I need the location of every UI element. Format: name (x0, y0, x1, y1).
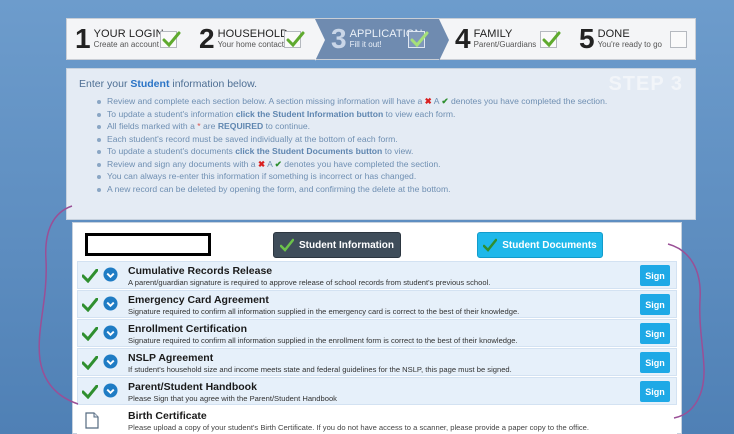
expand-info-icon[interactable] (103, 383, 118, 398)
step-number: 3 (331, 23, 347, 54)
step-complete-checkbox (408, 31, 429, 48)
document-row-cumulative-records: Cumulative Records Release A parent/guar… (77, 261, 677, 289)
step-subtitle: Create an account (93, 39, 159, 49)
student-documents-button[interactable]: Student Documents (477, 232, 603, 258)
expand-info-icon[interactable] (103, 267, 118, 282)
document-description: If student's household size and income m… (128, 365, 512, 374)
step-title: DONE (597, 28, 630, 41)
document-description: Please Sign that you agree with the Pare… (128, 394, 337, 403)
step-complete-checkbox (160, 31, 181, 48)
step-number: 4 (455, 23, 471, 54)
document-title: NSLP Agreement (128, 352, 214, 364)
step-wizard: 1 YOUR LOGIN Create an account 2 HOUSEHO… (66, 18, 696, 61)
document-row-parent-student-handbook: Parent/Student Handbook Please Sign that… (77, 377, 677, 405)
check-icon (82, 298, 98, 312)
step-incomplete-checkbox (670, 31, 687, 48)
check-icon (410, 31, 429, 48)
active-step-arrow (439, 19, 449, 61)
check-icon (483, 238, 498, 252)
document-title: Enrollment Certification (128, 323, 248, 335)
document-row-emergency-card: Emergency Card Agreement Signature requi… (77, 290, 677, 318)
check-icon (82, 385, 98, 399)
redacted-student-name (85, 233, 211, 256)
check-icon (542, 31, 561, 48)
document-row-nslp-agreement: NSLP Agreement If student's household si… (77, 348, 677, 376)
document-title: Cumulative Records Release (128, 265, 273, 277)
document-row-birth-certificate[interactable]: Birth Certificate Please upload a copy o… (77, 406, 677, 434)
document-description: A parent/guardian signature is required … (128, 278, 491, 287)
x-mark-icon: ✖ (424, 96, 432, 106)
document-title: Emergency Card Agreement (128, 294, 269, 306)
step-2-household[interactable]: 2 HOUSEHOLD Your home contacts (191, 19, 315, 59)
sign-button[interactable]: Sign (640, 294, 670, 315)
check-icon: ✔ (441, 96, 449, 106)
check-icon (280, 238, 294, 252)
instruction-item: Review and sign any documents with a ✖ A… (97, 158, 683, 171)
step-number: 1 (75, 23, 91, 54)
sign-button[interactable]: Sign (640, 265, 670, 286)
documents-list: Cumulative Records Release A parent/guar… (77, 261, 677, 434)
check-icon (286, 31, 305, 48)
check-icon (82, 327, 98, 341)
instructions-lead: Enter your Student information below. (79, 78, 257, 90)
instruction-item: Review and complete each section below. … (97, 95, 683, 108)
document-description: Please upload a copy of your student's B… (128, 423, 590, 432)
instruction-item: All fields marked with a * are REQUIRED … (97, 120, 683, 133)
sign-button[interactable]: Sign (640, 381, 670, 402)
instruction-item: A new record can be deleted by opening t… (97, 183, 683, 196)
step-number: 2 (199, 23, 215, 54)
step-watermark: STEP 3 (608, 73, 683, 95)
expand-info-icon[interactable] (103, 296, 118, 311)
document-description: Signature required to confirm all inform… (128, 307, 520, 316)
documents-header: Student Information Student Documents (73, 223, 681, 261)
step-number: 5 (579, 23, 595, 54)
expand-info-icon[interactable] (103, 325, 118, 340)
instructions-list: Review and complete each section below. … (97, 95, 683, 195)
instruction-item: To update a student's documents click th… (97, 145, 683, 158)
instruction-item: You can always re-enter this information… (97, 170, 683, 183)
document-title: Parent/Student Handbook (128, 381, 257, 393)
step-title: YOUR LOGIN (93, 28, 164, 41)
step-3-application[interactable]: 3 APPLICATION Fill it out! (315, 19, 449, 61)
document-description: Signature required to confirm all inform… (128, 336, 518, 345)
document-file-icon (85, 412, 99, 429)
step-1-login[interactable]: 1 YOUR LOGIN Create an account (67, 19, 191, 59)
step-4-family[interactable]: 4 FAMILY Parent/Guardians (439, 19, 571, 59)
check-icon (82, 269, 98, 283)
check-icon (82, 356, 98, 370)
student-information-button[interactable]: Student Information (273, 232, 401, 258)
check-icon (162, 31, 181, 48)
document-row-enrollment-certification: Enrollment Certification Signature requi… (77, 319, 677, 347)
step-subtitle: You're ready to go (597, 39, 662, 49)
step-complete-checkbox (284, 31, 305, 48)
check-icon: ✔ (274, 158, 282, 169)
instructions-panel: Enter your Student information below. ST… (66, 68, 696, 220)
step-complete-checkbox (540, 31, 561, 48)
sign-button[interactable]: Sign (640, 323, 670, 344)
step-5-done[interactable]: 5 DONE You're ready to go (571, 19, 695, 59)
document-title: Birth Certificate (128, 410, 207, 422)
instruction-item: To update a student's information click … (97, 108, 683, 121)
instruction-item: Each student's record must be saved indi… (97, 133, 683, 146)
step-title: FAMILY (473, 28, 513, 41)
student-documents-panel: Student Information Student Documents Cu… (72, 222, 682, 434)
step-subtitle: Parent/Guardians (473, 39, 537, 49)
expand-info-icon[interactable] (103, 354, 118, 369)
sign-button[interactable]: Sign (640, 352, 670, 373)
step-title: HOUSEHOLD (217, 28, 289, 41)
step-subtitle: Your home contacts (217, 39, 288, 49)
